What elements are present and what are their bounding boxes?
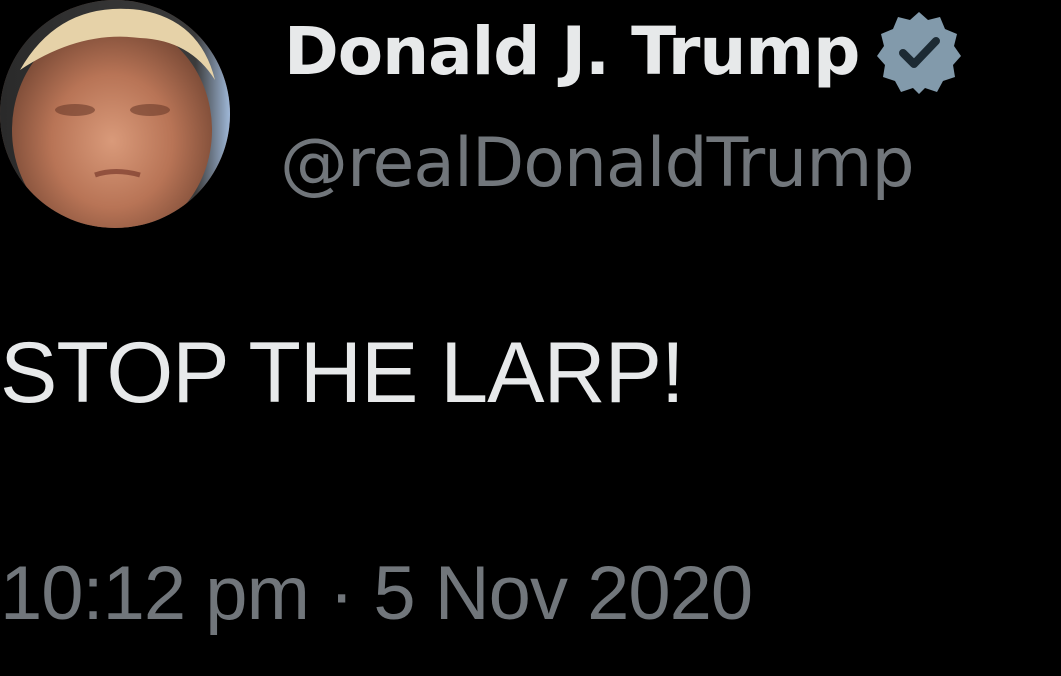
tweet-timestamp[interactable]: 10:12 pm · 5 Nov 2020 (0, 556, 753, 632)
tweet-card: Donald J. Trump @realDonaldTrump STOP TH… (0, 0, 1061, 676)
verified-badge-icon[interactable] (875, 8, 963, 96)
tweet-text: STOP THE LARP! (0, 325, 685, 421)
avatar[interactable] (0, 0, 230, 228)
author-handle[interactable]: @realDonaldTrump (280, 130, 915, 198)
avatar-photo (0, 0, 230, 228)
author-display-name[interactable]: Donald J. Trump (284, 19, 860, 85)
author-name-row[interactable]: Donald J. Trump (284, 2, 963, 102)
